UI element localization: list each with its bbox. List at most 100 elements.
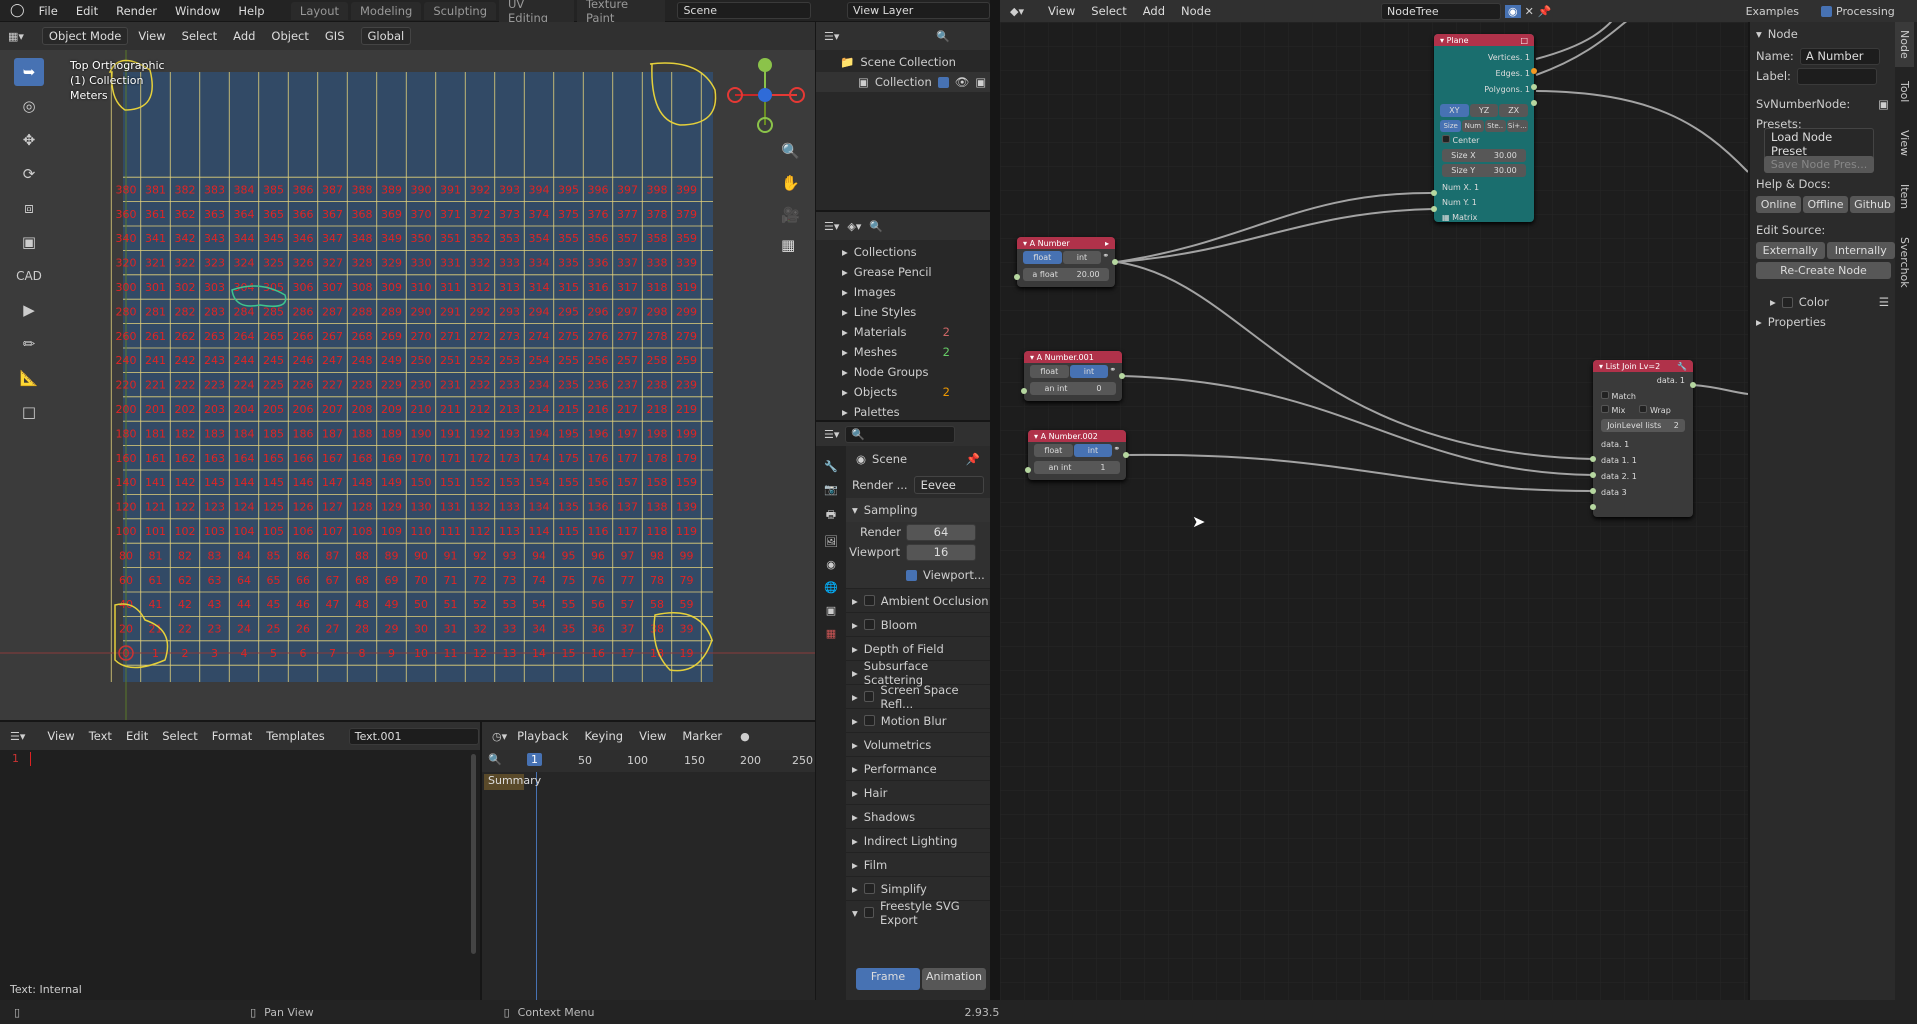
data-item-node-groups[interactable]: ▸ Node Groups xyxy=(816,362,990,382)
node-tree-close-icon[interactable]: ✕ xyxy=(1525,5,1534,18)
number-node-2-in-socket[interactable] xyxy=(1021,388,1027,394)
properties-panel-7[interactable]: ▸ Performance xyxy=(846,756,990,780)
list-join-tool-icon[interactable]: 🔧 xyxy=(1677,362,1687,371)
sidebar-tab-view[interactable]: View xyxy=(1895,116,1914,170)
rotate-icon[interactable]: ⟳ xyxy=(14,160,44,188)
list-join-in-socket-0[interactable] xyxy=(1590,456,1596,462)
list-join-in-socket-2[interactable] xyxy=(1590,488,1596,494)
cad-tool[interactable]: CAD xyxy=(14,262,44,290)
number-node-1[interactable]: ▾ A Number ▸ float int ⚭ a float 20.00 xyxy=(1014,237,1118,287)
viewport-denoise-row[interactable]: Viewport... xyxy=(846,562,990,588)
texture-tab-icon[interactable]: ▦ xyxy=(826,627,836,640)
number-node-1-int-toggle[interactable]: int xyxy=(1062,251,1102,264)
plane-mode-xy[interactable]: XY xyxy=(1440,104,1469,117)
plane-center-checkbox[interactable] xyxy=(1442,135,1450,143)
number-node-3-header[interactable]: ▾ A Number.002 xyxy=(1028,430,1126,442)
menu-edit[interactable]: Edit xyxy=(68,4,106,18)
viewport-samples-field[interactable]: 16 xyxy=(906,543,976,561)
properties-search[interactable]: 🔍 xyxy=(845,425,956,443)
text-scrollbar[interactable] xyxy=(471,754,476,954)
node-tree-selector[interactable]: NodeTree xyxy=(1381,2,1502,20)
timeline-summary[interactable]: Summary xyxy=(484,774,541,790)
list-join-in-socket-1[interactable] xyxy=(1590,472,1596,478)
text-menu-text[interactable]: Text xyxy=(83,729,118,743)
plane-sub-size[interactable]: Size xyxy=(1440,120,1462,132)
properties-panel-0[interactable]: ▸ Ambient Occlusion xyxy=(846,588,990,612)
number-node-2-int-toggle[interactable]: int xyxy=(1069,365,1109,378)
number-node-2-link-icon[interactable]: ⚭ xyxy=(1109,365,1116,378)
timeline-menu-keying[interactable]: Keying xyxy=(578,729,629,743)
add-cube-icon[interactable]: □ xyxy=(14,398,44,426)
viewport-menu-view[interactable]: View xyxy=(132,29,171,43)
grid-view-icon[interactable]: ▦ xyxy=(781,236,795,254)
move-icon[interactable]: ✥ xyxy=(14,126,44,154)
display-mode-icon[interactable]: ◈▾ xyxy=(847,220,861,233)
view-layer-tab-icon[interactable]: 🖼 xyxy=(824,535,838,548)
node-editor-type-icon[interactable]: ◆▾ xyxy=(1010,5,1024,18)
plane-mode-yz[interactable]: YZ xyxy=(1469,104,1499,117)
panel-checkbox[interactable] xyxy=(863,595,875,606)
properties-panel-10[interactable]: ▸ Indirect Lighting xyxy=(846,828,990,852)
plane-size-x-field[interactable]: Size X 30.00 xyxy=(1442,149,1526,162)
measure-icon[interactable]: 📐 xyxy=(14,364,44,392)
select-tool-icon[interactable]: ▶ xyxy=(14,296,44,324)
color-panel-row[interactable]: ▸ Color ☰ xyxy=(1750,292,1895,312)
viewport-menu-gis[interactable]: GIS xyxy=(319,29,351,43)
scene-tab-icon[interactable]: ◉ xyxy=(826,558,836,571)
list-join-node[interactable]: ▾ List Join Lv=2 🔧 data. 1 Match Mix Wrap… xyxy=(1590,360,1696,517)
view-layer-selector[interactable]: View Layer xyxy=(846,2,991,19)
sidebar-tab-tool[interactable]: Tool xyxy=(1895,67,1914,116)
menu-window[interactable]: Window xyxy=(167,4,228,18)
number-node-1-link-icon[interactable]: ⚭ xyxy=(1102,251,1109,264)
node-editor-canvas[interactable]: ▾ Plane □ Vertices. 1 Edges. 1 Polygons. … xyxy=(1000,22,1748,1000)
frame-tab[interactable]: Frame xyxy=(856,968,920,990)
text-menu-edit[interactable]: Edit xyxy=(120,729,154,743)
plane-node-header[interactable]: ▾ Plane □ xyxy=(1434,34,1534,46)
outliner-search-icon[interactable]: 🔍 xyxy=(936,30,950,43)
camera-icon[interactable]: 🎥 xyxy=(781,206,800,224)
data-item-meshes[interactable]: ▸ Meshes 2 xyxy=(816,342,990,362)
number-node-2-out-socket[interactable] xyxy=(1119,373,1125,379)
viewport-canvas[interactable]: 0 1 2 3 4 5 6 7 8 9 10 11 12 13 14 15 16 17 18 19 20 21 22 23 24… xyxy=(0,50,815,720)
properties-panel-8[interactable]: ▸ Hair xyxy=(846,780,990,804)
processing-checkbox[interactable] xyxy=(1821,5,1833,17)
number-node-3-int-toggle[interactable]: int xyxy=(1073,444,1113,457)
data-browser-type-icon[interactable]: ☰▾ xyxy=(824,220,839,233)
sidebar-tab-node[interactable]: Node xyxy=(1895,22,1914,67)
properties-panel-row[interactable]: ▸ Properties xyxy=(1750,312,1895,332)
socket-numy[interactable] xyxy=(1431,206,1437,212)
timeline-menu-marker[interactable]: Marker xyxy=(676,729,728,743)
timeline-playhead[interactable] xyxy=(536,772,537,1000)
number-node-1-in-socket[interactable] xyxy=(1014,274,1020,280)
orientation-dropdown[interactable]: Global xyxy=(360,27,412,45)
socket-numx[interactable] xyxy=(1431,190,1437,196)
text-editor-type-icon[interactable]: ☰▾ xyxy=(10,730,25,743)
node-menu-add[interactable]: Add xyxy=(1137,4,1171,18)
outliner-collection[interactable]: ▣ Collection 👁 ▣ xyxy=(816,72,990,92)
data-browser-search-icon[interactable]: 🔍 xyxy=(869,220,883,233)
timeline-menu-playback[interactable]: Playback xyxy=(511,729,574,743)
properties-panel-1[interactable]: ▸ Bloom xyxy=(846,612,990,636)
cursor-icon[interactable]: ◎ xyxy=(14,92,44,120)
viewport-menu-object[interactable]: Object xyxy=(265,29,314,43)
pin-icon[interactable]: 📌 xyxy=(966,452,980,466)
timeline-type-icon[interactable]: ◷▾ xyxy=(492,730,507,743)
data-item-line-styles[interactable]: ▸ Line Styles xyxy=(816,302,990,322)
mode-dropdown[interactable]: Object Mode xyxy=(41,27,129,45)
timeline-menu-view[interactable]: View xyxy=(633,729,672,743)
properties-panel-6[interactable]: ▸ Volumetrics xyxy=(846,732,990,756)
annotate-icon[interactable]: ✏ xyxy=(14,330,44,358)
node-label-field[interactable] xyxy=(1796,67,1877,85)
recreate-node-button[interactable]: Re-Create Node xyxy=(1756,261,1891,279)
scale-icon[interactable]: ⧈ xyxy=(14,194,44,222)
timeline-current-frame[interactable]: 1 xyxy=(527,753,542,766)
menu-help[interactable]: Help xyxy=(230,4,272,18)
plane-center-row[interactable]: Center xyxy=(1434,133,1534,147)
number-node-3-out-socket[interactable] xyxy=(1123,452,1129,458)
properties-panel-11[interactable]: ▸ Film xyxy=(846,852,990,876)
plane-sub-num[interactable]: Num xyxy=(1462,120,1484,132)
list-join-match-row[interactable]: Match xyxy=(1593,389,1693,403)
eye-icon[interactable]: 👁 xyxy=(955,75,970,89)
match-checkbox[interactable] xyxy=(1601,391,1609,399)
zoom-icon[interactable]: 🔍 xyxy=(781,142,800,160)
